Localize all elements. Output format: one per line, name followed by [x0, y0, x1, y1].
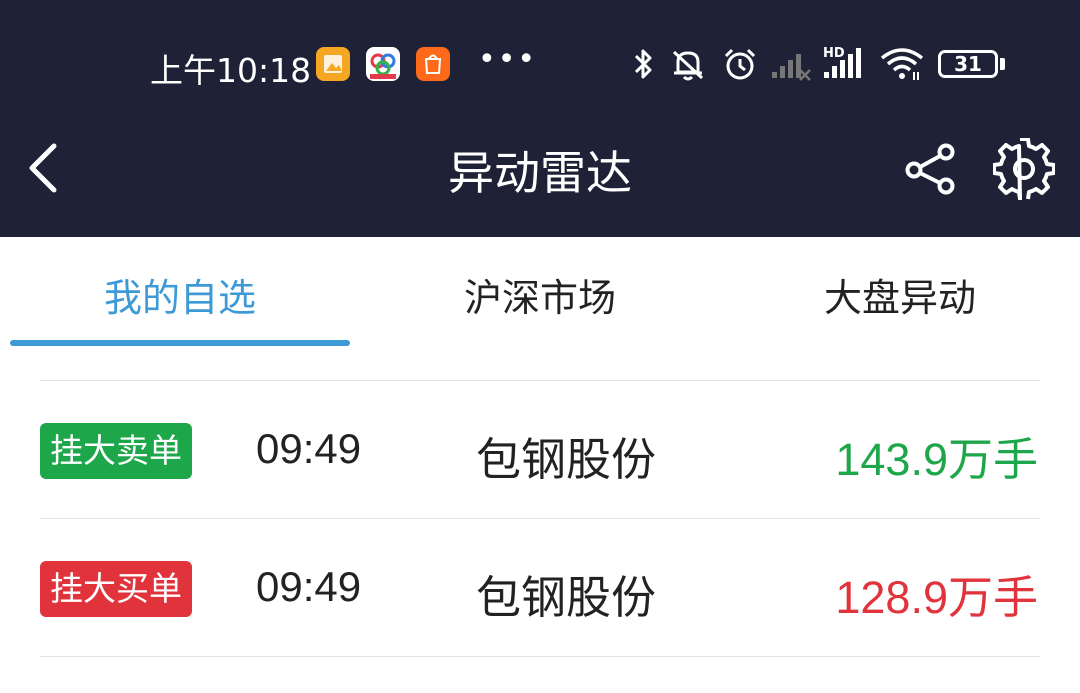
- list-item[interactable]: 挂大买单 09:49 包钢股份 128.9万手: [0, 519, 1080, 657]
- tab-bar: 我的自选 沪深市场 大盘异动: [0, 237, 1080, 350]
- settings-icon[interactable]: [993, 138, 1055, 200]
- stock-name: 包钢股份: [476, 433, 657, 486]
- status-time: 上午10:18: [150, 51, 312, 90]
- wifi-icon: [880, 48, 924, 80]
- share-icon[interactable]: [900, 140, 960, 196]
- bluetooth-icon: [634, 49, 652, 79]
- order-time: 09:49: [256, 425, 362, 472]
- order-volume: 128.9万手: [835, 572, 1038, 623]
- signal-1-icon: [772, 54, 811, 81]
- tab-market-movement[interactable]: 大盘异动: [720, 267, 1080, 322]
- order-type-badge: 挂大卖单: [40, 423, 192, 479]
- gallery-icon: [316, 47, 350, 81]
- active-tab-indicator: [10, 340, 350, 346]
- order-volume: 143.9万手: [835, 434, 1038, 485]
- tab-my-watchlist[interactable]: 我的自选: [0, 267, 360, 322]
- order-type-badge: 挂大买单: [40, 561, 192, 617]
- signal-hd-icon: HD: [823, 46, 861, 78]
- mute-icon: [672, 50, 704, 81]
- tab-shanghai-shenzhen-market[interactable]: 沪深市场: [360, 267, 720, 322]
- battery-nub: [1000, 58, 1005, 70]
- battery-level: 31: [954, 52, 982, 76]
- order-time: 09:49: [256, 563, 362, 610]
- svg-text:HD: HD: [823, 46, 845, 61]
- more-notifications-icon: •••: [478, 42, 538, 77]
- divider: [40, 656, 1040, 657]
- cloud-app-icon: [366, 47, 400, 81]
- stock-name: 包钢股份: [476, 571, 657, 624]
- list-item[interactable]: 挂大卖单 09:49 包钢股份 143.9万手: [0, 381, 1080, 519]
- alarm-icon: [724, 48, 756, 80]
- mi-store-icon: [416, 47, 450, 81]
